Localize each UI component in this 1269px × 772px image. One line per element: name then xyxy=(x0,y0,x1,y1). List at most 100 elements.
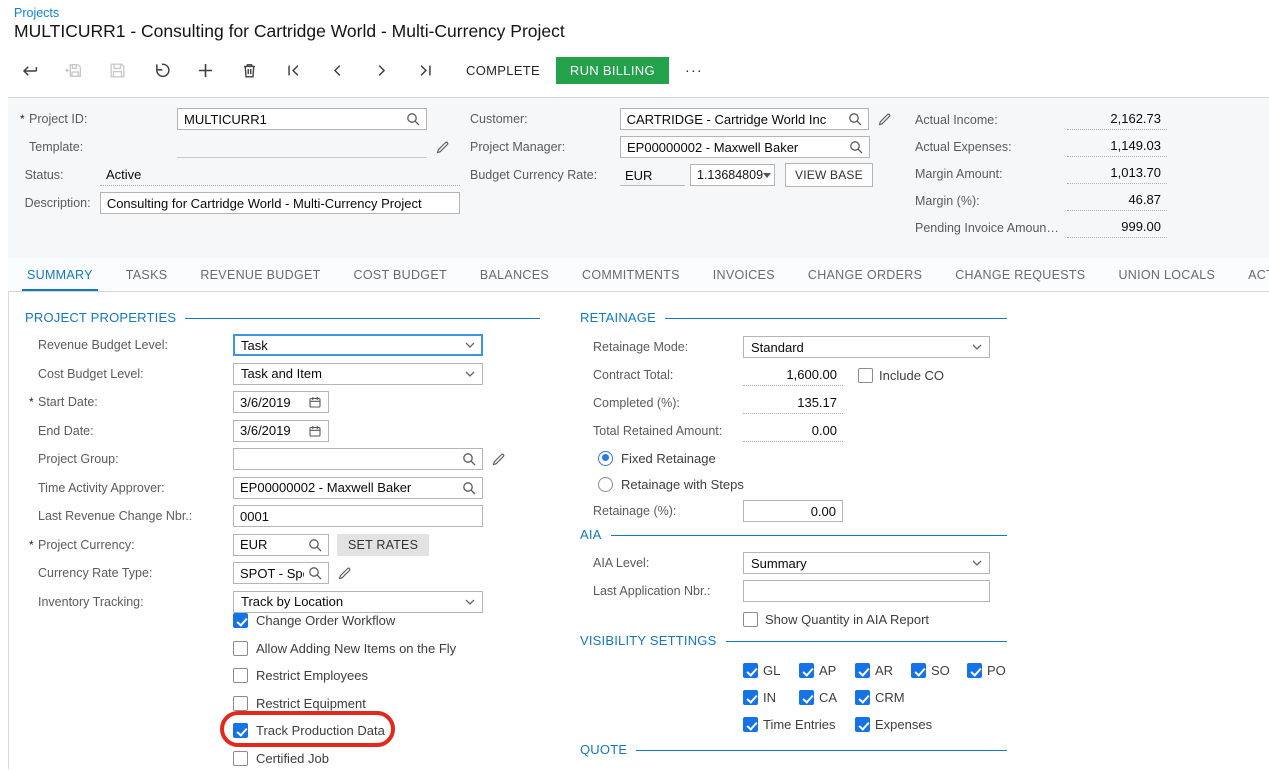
revenue-budget-level-row: Revenue Budget Level: Task xyxy=(25,331,540,360)
gl-checkbox[interactable] xyxy=(743,663,758,678)
more-actions-button[interactable]: ··· xyxy=(685,62,703,79)
visibility-row-1: GL AP AR SO PO xyxy=(743,657,1043,684)
search-icon[interactable] xyxy=(406,112,420,126)
calendar-icon[interactable] xyxy=(308,424,322,438)
tab-union-locals[interactable]: UNION LOCALS xyxy=(1118,268,1215,282)
show-quantity-checkbox[interactable] xyxy=(743,612,758,627)
description-input[interactable]: Consulting for Cartridge World - Multi-C… xyxy=(100,192,460,214)
retainage-with-steps-radio[interactable] xyxy=(598,477,613,492)
expenses-checkbox[interactable] xyxy=(855,717,870,732)
section-aia: AIA xyxy=(580,527,1007,542)
go-next-button[interactable] xyxy=(366,55,396,85)
search-icon[interactable] xyxy=(849,140,863,154)
delete-button[interactable] xyxy=(234,55,264,85)
search-icon[interactable] xyxy=(308,538,322,552)
restrict-equipment-row: Restrict Equipment xyxy=(233,690,456,718)
contract-total-row: Contract Total: 1,600.00 Include CO xyxy=(580,361,1007,389)
project-group-input[interactable] xyxy=(233,448,483,470)
actual-expenses-value: 1,149.03 xyxy=(1067,136,1167,157)
last-revenue-change-row: Last Revenue Change Nbr.: 0001 xyxy=(25,502,540,531)
project-properties-checkboxes: Change Order Workflow Allow Adding New I… xyxy=(233,607,456,772)
currency-rate-combo[interactable]: 1.13684809 xyxy=(690,164,775,186)
ap-checkbox[interactable] xyxy=(799,663,814,678)
set-rates-button[interactable]: SET RATES xyxy=(337,534,429,556)
tab-change-requests[interactable]: CHANGE REQUESTS xyxy=(955,268,1085,282)
tab-revenue-budget[interactable]: REVENUE BUDGET xyxy=(200,268,320,282)
project-manager-input[interactable]: EP00000002 - Maxwell Baker xyxy=(620,136,870,158)
time-activity-approver-input[interactable]: EP00000002 - Maxwell Baker xyxy=(233,477,483,499)
tab-cost-budget[interactable]: COST BUDGET xyxy=(354,268,447,282)
restrict-equipment-checkbox[interactable] xyxy=(233,696,248,711)
breadcrumb[interactable]: Projects xyxy=(14,6,59,20)
calendar-icon[interactable] xyxy=(308,395,322,409)
currency-rate-type-input[interactable]: SPOT - Spo xyxy=(233,562,329,584)
last-application-row: Last Application Nbr.: xyxy=(580,577,1007,605)
summary-form-left: * Project ID: MULTICURR1 Template: Statu… xyxy=(10,105,460,217)
tab-commitments[interactable]: COMMITMENTS xyxy=(582,268,680,282)
tab-summary[interactable]: SUMMARY xyxy=(27,268,93,282)
customer-input[interactable]: CARTRIDGE - Cartridge World Inc xyxy=(620,108,869,130)
description-row: Description: Consulting for Cartridge Wo… xyxy=(10,189,460,217)
retainage-fields: Retainage Mode: Standard Contract Total:… xyxy=(580,333,1007,525)
pencil-icon[interactable] xyxy=(337,566,352,581)
change-order-workflow-checkbox[interactable] xyxy=(233,613,248,628)
last-revenue-change-input[interactable]: 0001 xyxy=(233,505,483,527)
pencil-icon[interactable] xyxy=(491,452,506,467)
search-icon[interactable] xyxy=(462,481,476,495)
complete-button[interactable]: COMPLETE xyxy=(466,63,540,78)
fixed-retainage-radio[interactable] xyxy=(598,451,613,466)
retainage-percent-input[interactable]: 0.00 xyxy=(743,500,843,522)
aia-fields: AIA Level: Summary Last Application Nbr.… xyxy=(580,549,1007,633)
cost-budget-level-select[interactable]: Task and Item xyxy=(233,363,483,385)
retainage-mode-select[interactable]: Standard xyxy=(743,336,990,358)
view-base-button[interactable]: VIEW BASE xyxy=(785,163,873,187)
start-date-input[interactable]: 3/6/2019 xyxy=(233,391,329,413)
in-checkbox[interactable] xyxy=(743,690,758,705)
save-and-close-button[interactable] xyxy=(58,55,88,85)
save-button[interactable] xyxy=(102,55,132,85)
add-button[interactable] xyxy=(190,55,220,85)
undo-button[interactable] xyxy=(146,55,176,85)
tab-tasks[interactable]: TASKS xyxy=(126,268,168,282)
include-co-checkbox[interactable] xyxy=(858,368,873,383)
section-retainage: RETAINAGE xyxy=(580,310,1007,325)
track-production-data-checkbox[interactable] xyxy=(233,723,248,738)
time-entries-checkbox[interactable] xyxy=(743,717,758,732)
description-label: Description: xyxy=(25,196,100,210)
tab-balances[interactable]: BALANCES xyxy=(480,268,549,282)
allow-adding-items-checkbox[interactable] xyxy=(233,641,248,656)
actual-income-value: 2,162.73 xyxy=(1067,109,1167,130)
chevron-down-icon xyxy=(972,560,982,566)
project-currency-input[interactable]: EUR xyxy=(233,534,329,556)
certified-job-checkbox[interactable] xyxy=(233,751,248,766)
save-icon xyxy=(108,61,127,80)
back-button[interactable] xyxy=(14,55,44,85)
po-checkbox[interactable] xyxy=(967,663,982,678)
tab-invoices[interactable]: INVOICES xyxy=(713,268,775,282)
search-icon[interactable] xyxy=(462,452,476,466)
revenue-budget-level-select[interactable]: Task xyxy=(233,334,483,356)
restrict-employees-checkbox[interactable] xyxy=(233,668,248,683)
so-checkbox[interactable] xyxy=(911,663,926,678)
tab-activities[interactable]: ACTIVITIES xyxy=(1248,268,1269,282)
pencil-icon[interactable] xyxy=(435,140,450,155)
search-icon[interactable] xyxy=(308,566,322,580)
go-previous-button[interactable] xyxy=(322,55,352,85)
last-application-input[interactable] xyxy=(743,580,990,602)
search-icon[interactable] xyxy=(848,112,862,126)
project-id-input[interactable]: MULTICURR1 xyxy=(177,108,427,130)
go-last-button[interactable] xyxy=(410,55,440,85)
total-row: Actual Expenses:1,149.03 xyxy=(915,133,1175,160)
go-first-button[interactable] xyxy=(278,55,308,85)
tab-change-orders[interactable]: CHANGE ORDERS xyxy=(808,268,922,282)
run-billing-button[interactable]: RUN BILLING xyxy=(556,57,669,84)
end-date-input[interactable]: 3/6/2019 xyxy=(233,420,329,442)
template-label: Template: xyxy=(29,140,177,154)
crm-checkbox[interactable] xyxy=(855,690,870,705)
aia-level-select[interactable]: Summary xyxy=(743,552,990,574)
pencil-icon[interactable] xyxy=(877,112,892,127)
template-input[interactable] xyxy=(177,137,427,158)
aia-level-row: AIA Level: Summary xyxy=(580,549,1007,577)
ar-checkbox[interactable] xyxy=(855,663,870,678)
ca-checkbox[interactable] xyxy=(799,690,814,705)
